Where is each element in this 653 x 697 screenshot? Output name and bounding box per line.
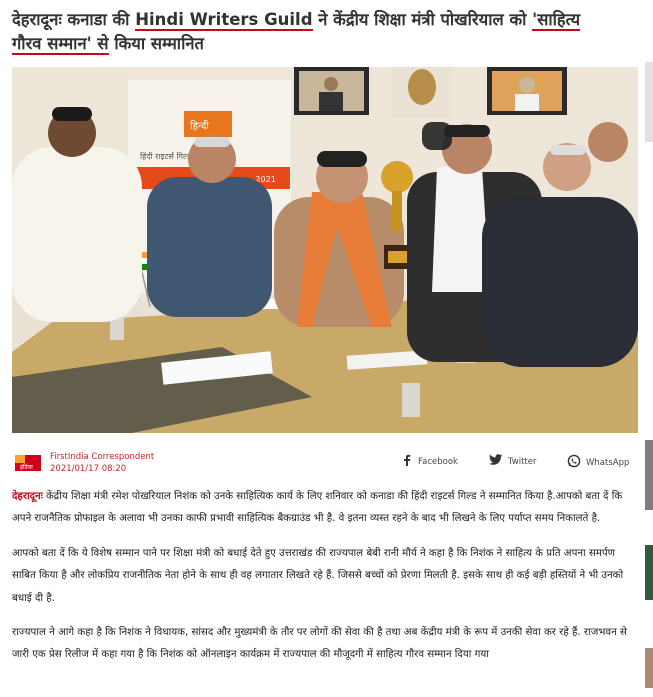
share-facebook-button[interactable]: Facebook: [401, 454, 458, 469]
byline-bar: इंडिया FirstIndia Correspondent 2021/01/…: [12, 449, 638, 475]
author-name[interactable]: FirstIndia Correspondent: [50, 452, 154, 462]
banner-logo: हिन्दी: [190, 120, 209, 132]
share-facebook-label: Facebook: [418, 456, 458, 467]
article-photo: हिन्दी हिंदी राइटर्स गिल्ड, कनाडा - 2021: [12, 67, 638, 433]
article-paragraph-2: आपको बता दें कि ये विशेष सम्मान पाने पर …: [12, 547, 624, 604]
award-ceremony-photo: हिन्दी हिंदी राइटर्स गिल्ड, कनाडा - 2021: [12, 67, 638, 433]
whatsapp-icon: [567, 454, 581, 471]
share-twitter-button[interactable]: Twitter: [489, 454, 537, 469]
headline-part-3: किया सम्मानित: [108, 34, 204, 53]
headline-part-1: देहरादूनः कनाडा की: [12, 10, 136, 29]
article-dateline: देहरादूनः: [12, 491, 43, 502]
publish-date: 2021/01/17 08:20: [50, 464, 127, 474]
sidebar-edge: [645, 0, 653, 693]
article-body: देहरादूनः केंद्रीय शिक्षा मंत्री रमेश पो…: [12, 486, 642, 679]
article-headline: देहरादूनः कनाडा की Hindi Writers Guild न…: [12, 8, 612, 56]
publisher-logo: इंडिया: [12, 452, 46, 474]
headline-link-hindi-writers-guild[interactable]: Hindi Writers Guild: [135, 10, 313, 31]
headline-part-2: ने केंद्रीय शिक्षा मंत्री पोखरियाल को: [312, 10, 533, 29]
article-paragraph-1-text: केंद्रीय शिक्षा मंत्री रमेश पोखरियाल निश…: [12, 491, 623, 525]
share-whatsapp-button[interactable]: WhatsApp: [567, 454, 629, 471]
article-paragraph-1: देहरादूनः केंद्रीय शिक्षा मंत्री रमेश पो…: [12, 486, 642, 531]
twitter-icon: [489, 454, 503, 469]
publisher-logo-text: इंडिया: [20, 463, 33, 471]
facebook-icon: [401, 454, 413, 469]
share-twitter-label: Twitter: [508, 456, 537, 467]
article-paragraph-3: राज्यपाल ने आगे कहा है कि निशंक ने विधाय…: [12, 627, 627, 661]
share-whatsapp-label: WhatsApp: [586, 457, 630, 468]
